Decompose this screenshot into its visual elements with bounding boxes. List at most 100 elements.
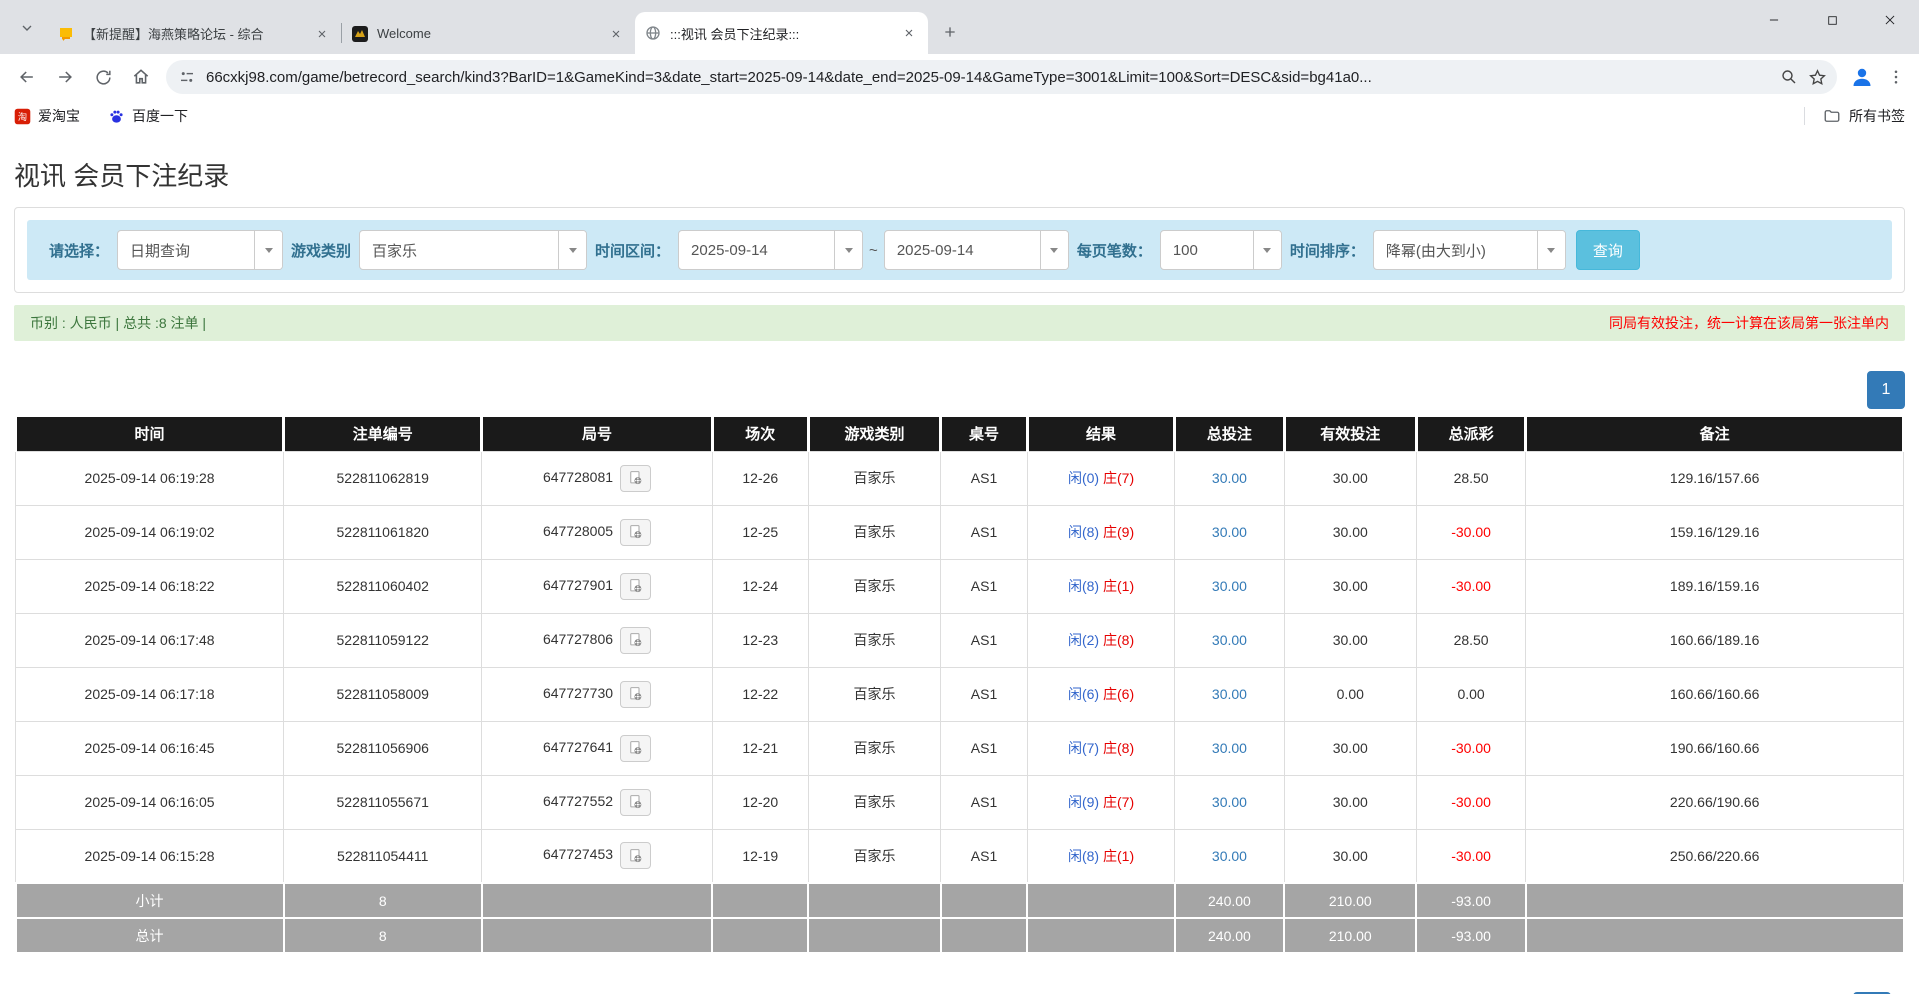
cell-valid-bet: 30.00 xyxy=(1284,559,1416,613)
tab-bet-record[interactable]: :::视讯 会员下注纪录::: xyxy=(635,12,928,54)
cell-total-bet[interactable]: 30.00 xyxy=(1175,559,1285,613)
cell-note: 189.16/159.16 xyxy=(1526,559,1904,613)
column-header-9: 有效投注 xyxy=(1284,417,1416,451)
query-type-select[interactable]: 日期查询 xyxy=(117,230,283,270)
all-bookmarks[interactable]: 所有书签 xyxy=(1804,106,1905,126)
cell-bet-id: 522811054411 xyxy=(284,829,482,883)
total-payout: -93.00 xyxy=(1416,918,1526,953)
video-replay-button[interactable] xyxy=(620,735,651,762)
per-page-select[interactable]: 100 xyxy=(1160,230,1282,270)
home-button[interactable] xyxy=(124,60,158,94)
close-window-button[interactable] xyxy=(1861,0,1919,40)
cell-table-no: AS1 xyxy=(941,829,1028,883)
cell-game: 百家乐 xyxy=(808,667,940,721)
new-tab-button[interactable] xyxy=(936,18,964,46)
cell-total-bet[interactable]: 30.00 xyxy=(1175,613,1285,667)
tab-welcome[interactable]: Welcome xyxy=(342,13,635,54)
column-header-7: 结果 xyxy=(1027,417,1174,451)
cell-payout: -30.00 xyxy=(1416,829,1526,883)
cell-total-bet[interactable]: 30.00 xyxy=(1175,451,1285,505)
total-total-bet: 240.00 xyxy=(1175,918,1285,953)
video-file-icon xyxy=(627,631,645,649)
date-start-select[interactable]: 2025-09-14 xyxy=(678,230,863,270)
video-file-icon xyxy=(627,685,645,703)
dropdown-arrow-icon[interactable] xyxy=(1040,231,1068,269)
cell-time: 2025-09-14 06:16:45 xyxy=(16,721,284,775)
cell-total-bet[interactable]: 30.00 xyxy=(1175,667,1285,721)
video-replay-button[interactable] xyxy=(620,519,651,546)
bookmark-label: 爱淘宝 xyxy=(38,106,80,126)
bookmark-baidu[interactable]: 百度一下 xyxy=(108,106,188,126)
video-replay-button[interactable] xyxy=(620,681,651,708)
baidu-paw-icon xyxy=(108,108,125,125)
reload-button[interactable] xyxy=(86,60,120,94)
cell-total-bet[interactable]: 30.00 xyxy=(1175,775,1285,829)
dropdown-arrow-icon[interactable] xyxy=(834,231,862,269)
cell-payout: -30.00 xyxy=(1416,505,1526,559)
search-button[interactable]: 查询 xyxy=(1576,230,1640,270)
url-bar[interactable]: 66cxkj98.com/game/betrecord_search/kind3… xyxy=(166,60,1837,94)
cell-result: 闲(7) 庄(8) xyxy=(1027,721,1174,775)
video-replay-button[interactable] xyxy=(620,789,651,816)
time-sort-select[interactable]: 降幂(由大到小) xyxy=(1373,230,1566,270)
cell-result: 闲(6) 庄(6) xyxy=(1027,667,1174,721)
close-tab-icon[interactable] xyxy=(900,24,918,42)
date-end-value: 2025-09-14 xyxy=(885,231,1040,269)
browser-menu-button[interactable] xyxy=(1881,60,1911,94)
cell-valid-bet: 30.00 xyxy=(1284,829,1416,883)
game-kind-select[interactable]: 百家乐 xyxy=(359,230,587,270)
cell-total-bet[interactable]: 30.00 xyxy=(1175,721,1285,775)
maximize-button[interactable] xyxy=(1803,0,1861,40)
three-dots-icon xyxy=(1887,68,1905,86)
dropdown-arrow-icon[interactable] xyxy=(254,231,282,269)
video-replay-button[interactable] xyxy=(620,465,651,492)
cell-total-bet[interactable]: 30.00 xyxy=(1175,829,1285,883)
minimize-icon xyxy=(1767,13,1781,27)
video-replay-button[interactable] xyxy=(620,842,651,869)
per-page-value: 100 xyxy=(1161,231,1253,269)
browser-toolbar: 66cxkj98.com/game/betrecord_search/kind3… xyxy=(0,54,1919,100)
close-tab-icon[interactable] xyxy=(607,25,625,43)
cell-round: 647727901 xyxy=(482,559,712,613)
cell-valid-bet: 30.00 xyxy=(1284,613,1416,667)
cell-table-no: AS1 xyxy=(941,559,1028,613)
total-count: 8 xyxy=(284,918,482,953)
forward-button[interactable] xyxy=(48,60,82,94)
column-header-1: 时间 xyxy=(16,417,284,451)
tab-title: 【新提醒】海燕策略论坛 - 综合 xyxy=(83,24,307,43)
back-button[interactable] xyxy=(10,60,44,94)
cell-total-bet[interactable]: 30.00 xyxy=(1175,505,1285,559)
page-title: 视讯 会员下注纪录 xyxy=(14,156,1919,193)
cell-valid-bet: 0.00 xyxy=(1284,667,1416,721)
video-replay-button[interactable] xyxy=(620,573,651,600)
total-valid-bet: 210.00 xyxy=(1284,918,1416,953)
subtotal-count: 8 xyxy=(284,883,482,918)
minimize-button[interactable] xyxy=(1745,0,1803,40)
dropdown-arrow-icon[interactable] xyxy=(1253,231,1281,269)
bookmark-button[interactable] xyxy=(1803,63,1831,91)
cell-note: 160.66/189.16 xyxy=(1526,613,1904,667)
cell-bet-id: 522811056906 xyxy=(284,721,482,775)
dropdown-arrow-icon[interactable] xyxy=(1537,231,1565,269)
table-row: 2025-09-14 06:16:45522811056906647727641… xyxy=(16,721,1904,775)
video-file-icon xyxy=(627,847,645,865)
dropdown-arrow-icon[interactable] xyxy=(558,231,586,269)
cell-result: 闲(8) 庄(1) xyxy=(1027,829,1174,883)
tab-search-button[interactable] xyxy=(12,13,42,43)
close-tab-icon[interactable] xyxy=(313,25,331,43)
bookmark-aitaobao[interactable]: 淘 爱淘宝 xyxy=(14,106,80,126)
zoom-button[interactable] xyxy=(1775,63,1803,91)
cell-result: 闲(8) 庄(1) xyxy=(1027,559,1174,613)
table-row: 2025-09-14 06:16:05522811055671647727552… xyxy=(16,775,1904,829)
date-end-select[interactable]: 2025-09-14 xyxy=(884,230,1069,270)
cell-round: 647727453 xyxy=(482,829,712,883)
page-1-button[interactable]: 1 xyxy=(1867,371,1905,409)
profile-avatar[interactable] xyxy=(1845,60,1879,94)
url-text[interactable]: 66cxkj98.com/game/betrecord_search/kind3… xyxy=(206,69,1775,86)
cell-bet-id: 522811058009 xyxy=(284,667,482,721)
cell-time: 2025-09-14 06:19:02 xyxy=(16,505,284,559)
tab-forum[interactable]: 【新提醒】海燕策略论坛 - 综合 xyxy=(48,13,341,54)
video-replay-button[interactable] xyxy=(620,627,651,654)
cell-session: 12-21 xyxy=(712,721,808,775)
cell-session: 12-19 xyxy=(712,829,808,883)
